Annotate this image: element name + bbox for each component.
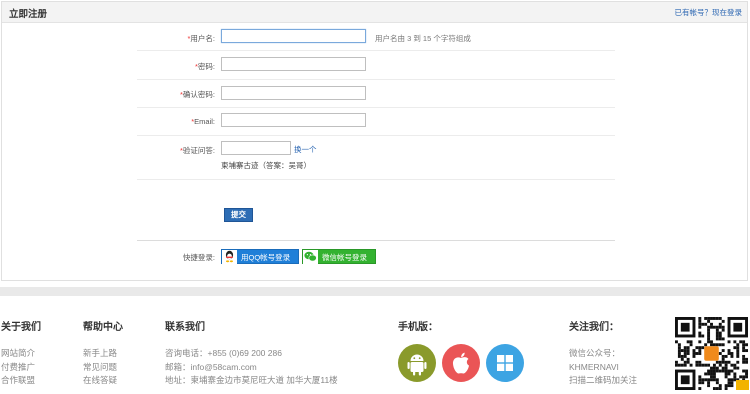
scan-qr-hint: 扫描二维码加关注 <box>569 375 638 385</box>
footer-link-online-qa[interactable]: 在线答疑 <box>83 374 123 388</box>
submit-button[interactable]: 提交 <box>224 208 253 222</box>
email-label: *Email: <box>191 117 215 126</box>
footer-help: 帮助中心 新手上路 常见问题 在线答疑 <box>83 318 123 388</box>
captcha-label: *验证问答: <box>179 146 215 155</box>
form-row-captcha: *验证问答: 换一个 柬埔寨古迹（答案：吴哥） <box>137 136 615 180</box>
contact-address: 地址：柬埔寨金边市莫尼旺大道 加华大厦11楼 <box>165 375 338 385</box>
wechat-login-button[interactable]: 微信帐号登录 <box>302 249 376 265</box>
footer-link-newbie[interactable]: 新手上路 <box>83 347 123 361</box>
username-input[interactable] <box>221 29 366 43</box>
wechat-login-label: 微信帐号登录 <box>322 253 367 262</box>
confirm-password-input[interactable] <box>221 86 366 100</box>
footer-link-promotion[interactable]: 付费推广 <box>1 361 41 375</box>
android-icon[interactable] <box>398 344 436 382</box>
section-divider <box>0 287 750 296</box>
register-panel: 立即注册 已有帐号？现在登录 *用户名: 用户名由 3 到 15 个字符组成 *… <box>1 1 748 281</box>
footer-mobile: 手机版： <box>398 318 438 347</box>
footer-help-title: 帮助中心 <box>83 322 123 333</box>
footer-about-title: 关于我们 <box>1 322 41 333</box>
qq-icon <box>222 250 237 265</box>
username-hint: 用户名由 3 到 15 个字符组成 <box>375 34 471 43</box>
mobile-app-icons <box>398 344 528 382</box>
qq-login-label: 用QQ帐号登录 <box>241 253 291 262</box>
login-link[interactable]: 已有帐号？现在登录 <box>675 7 743 18</box>
password-input[interactable] <box>221 57 366 71</box>
form-row-submit: 提交 <box>137 180 615 241</box>
panel-header: 立即注册 已有帐号？现在登录 <box>2 2 747 23</box>
captcha-refresh-link[interactable]: 换一个 <box>294 144 317 155</box>
footer-link-faq[interactable]: 常见问题 <box>83 361 123 375</box>
form-row-confirm-password: *确认密码: <box>137 80 615 108</box>
quick-login-label: 快捷登录: <box>182 253 215 262</box>
contact-phone: 咨询电话：+855 (0)69 200 286 <box>165 348 282 358</box>
form-row-quick-login: 快捷登录: 用QQ帐号登录 微信帐号登录 <box>137 241 615 271</box>
page-title: 立即注册 <box>9 9 48 20</box>
password-label: *密码: <box>194 62 215 71</box>
qq-login-button[interactable]: 用QQ帐号登录 <box>221 249 299 265</box>
footer-follow-title: 关注我们： <box>569 322 619 333</box>
form-row-username: *用户名: 用户名由 3 到 15 个字符组成 <box>137 24 615 51</box>
footer-link-partners[interactable]: 合作联盟 <box>1 374 41 388</box>
footer-link-intro[interactable]: 网站简介 <box>1 347 41 361</box>
footer-contact-title: 联系我们 <box>165 322 205 333</box>
windows-icon[interactable] <box>486 344 524 382</box>
footer-mobile-title: 手机版： <box>398 322 438 333</box>
wechat-account-label: 微信公众号： <box>569 348 621 358</box>
wechat-account-name: KHMERNAVI <box>569 361 619 372</box>
confirm-password-label: *确认密码: <box>179 90 215 99</box>
form-row-password: *密码: <box>137 51 615 80</box>
form-row-email: *Email: <box>137 108 615 136</box>
wechat-icon <box>303 250 318 265</box>
email-input[interactable] <box>221 113 366 127</box>
footer-follow: 关注我们： 微信公众号： KHMERNAVI 扫描二维码加关注 <box>569 318 637 388</box>
apple-icon[interactable] <box>442 344 480 382</box>
footer-about: 关于我们 网站简介 付费推广 合作联盟 <box>1 318 41 388</box>
footer-contact: 联系我们 咨询电话：+855 (0)69 200 286 邮箱：info@58c… <box>165 318 338 388</box>
username-label: *用户名: <box>187 34 215 43</box>
captcha-input[interactable] <box>221 141 291 155</box>
captcha-question: 柬埔寨古迹（答案：吴哥） <box>221 161 311 170</box>
contact-email: 邮箱：info@58cam.com <box>165 361 257 372</box>
qr-code-icon <box>674 317 749 391</box>
